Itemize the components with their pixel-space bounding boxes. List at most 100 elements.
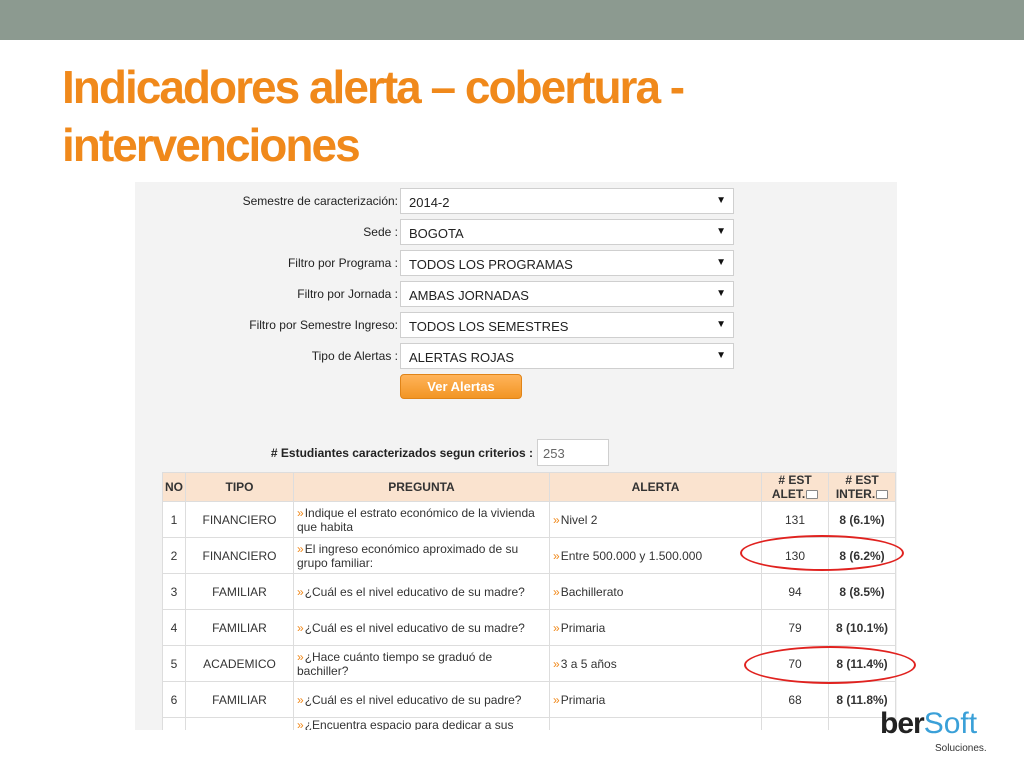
bullet-arrow-icon: » bbox=[553, 620, 560, 635]
dropdown-arrow-icon: ▼ bbox=[716, 288, 726, 299]
cell-alerta: »Bachillerato bbox=[549, 573, 762, 610]
student-count-label: # Estudiantes caracterizados segun crite… bbox=[270, 446, 533, 460]
ver-alertas-button[interactable]: Ver Alertas bbox=[400, 374, 522, 399]
cell-alerta-text: Entre 500.000 y 1.500.000 bbox=[560, 548, 703, 563]
cell-pregunta: »¿Encuentra espacio para dedicar a sus bbox=[293, 717, 550, 730]
dropdown-arrow-icon: ▼ bbox=[716, 226, 726, 237]
cell-pregunta: »¿Hace cuánto tiempo se graduó de bachil… bbox=[293, 645, 550, 682]
student-count-field[interactable]: 253 bbox=[537, 439, 609, 466]
cell-est-alet[interactable]: 79 bbox=[761, 609, 829, 646]
bullet-arrow-icon: » bbox=[297, 541, 304, 556]
bullet-arrow-icon: » bbox=[297, 620, 304, 635]
cell-no: 6 bbox=[162, 681, 186, 718]
header-pregunta[interactable]: PREGUNTA bbox=[293, 472, 550, 502]
highlight-circle bbox=[740, 535, 904, 571]
bullet-arrow-icon: » bbox=[297, 649, 304, 664]
header-tipo[interactable]: TIPO bbox=[185, 472, 294, 502]
cell-pregunta-text: ¿Encuentra espacio para dedicar a sus bbox=[304, 718, 514, 730]
cell-alerta: »3 a 5 años bbox=[549, 645, 762, 682]
filter-semestre-ingreso-select[interactable]: TODOS LOS SEMESTRES ▼ bbox=[400, 312, 734, 338]
cell-pregunta: »Indique el estrato económico de la vivi… bbox=[293, 501, 550, 538]
header-alerta[interactable]: ALERTA bbox=[549, 472, 762, 502]
cell-pregunta-text: ¿Cuál es el nivel educativo de su padre? bbox=[304, 692, 522, 707]
logo-ber: ber bbox=[880, 707, 925, 740]
slide-title: Indicadores alerta – cobertura - interve… bbox=[62, 61, 685, 171]
filter-tipo-alertas-select[interactable]: ALERTAS ROJAS ▼ bbox=[400, 343, 734, 369]
cell-est-alet[interactable] bbox=[761, 717, 829, 730]
filter-jornada-row: Filtro por Jornada : AMBAS JORNADAS ▼ bbox=[135, 281, 897, 309]
filter-sede-row: Sede : BOGOTA ▼ bbox=[135, 219, 897, 247]
cell-alerta: »Entre 500.000 y 1.500.000 bbox=[549, 537, 762, 574]
filter-semestre-ingreso-label: Filtro por Semestre Ingreso: bbox=[249, 318, 398, 332]
cell-tipo: ACADEMICO bbox=[185, 645, 294, 682]
header-no[interactable]: NO bbox=[162, 472, 186, 502]
filter-tipo-alertas-row: Tipo de Alertas : ALERTAS ROJAS ▼ bbox=[135, 343, 897, 371]
top-bar bbox=[0, 0, 1024, 40]
cell-alerta: »Primaria bbox=[549, 609, 762, 646]
filter-jornada-value: AMBAS JORNADAS bbox=[409, 288, 529, 303]
cell-pregunta-text: Indique el estrato económico de la vivie… bbox=[297, 505, 535, 534]
filter-semestre-value: 2014-2 bbox=[409, 195, 450, 210]
table-row: 4 FAMILIAR »¿Cuál es el nivel educativo … bbox=[162, 609, 896, 646]
cell-est-inter[interactable]: 8 (6.1%) bbox=[828, 501, 896, 538]
cell-alerta: »Nivel 2 bbox=[549, 501, 762, 538]
cell-est-alet[interactable]: 68 bbox=[761, 681, 829, 718]
logo-tagline: Soluciones. bbox=[935, 743, 987, 754]
filter-tipo-alertas-value: ALERTAS ROJAS bbox=[409, 350, 514, 365]
table-header-row: NO TIPO PREGUNTA ALERTA # EST ALET. # ES… bbox=[162, 472, 896, 502]
filter-semestre-select[interactable]: 2014-2 ▼ bbox=[400, 188, 734, 214]
cell-alerta-text: Nivel 2 bbox=[560, 512, 598, 527]
bullet-arrow-icon: » bbox=[297, 505, 304, 520]
comment-icon[interactable] bbox=[876, 490, 889, 500]
cell-alerta: »Primaria bbox=[549, 681, 762, 718]
logo-soft: Soft bbox=[923, 707, 978, 740]
table-row: »¿Encuentra espacio para dedicar a sus bbox=[162, 717, 896, 730]
filter-semestre-ingreso-row: Filtro por Semestre Ingreso: TODOS LOS S… bbox=[135, 312, 897, 340]
cell-est-alet[interactable]: 94 bbox=[761, 573, 829, 610]
cell-alerta-text: Primaria bbox=[560, 692, 606, 707]
filter-programa-select[interactable]: TODOS LOS PROGRAMAS ▼ bbox=[400, 250, 734, 276]
cell-no: 1 bbox=[162, 501, 186, 538]
cell-tipo: FAMILIAR bbox=[185, 573, 294, 610]
company-logo: berSoft Soluciones. bbox=[880, 707, 1000, 757]
cell-no: 5 bbox=[162, 645, 186, 682]
cell-tipo: FAMILIAR bbox=[185, 609, 294, 646]
cell-est-inter[interactable]: 8 (8.5%) bbox=[828, 573, 896, 610]
bullet-arrow-icon: » bbox=[553, 584, 560, 599]
bullet-arrow-icon: » bbox=[553, 512, 560, 527]
table-row: 1 FINANCIERO »Indique el estrato económi… bbox=[162, 501, 896, 538]
cell-pregunta-text: ¿Cuál es el nivel educativo de su madre? bbox=[304, 584, 525, 599]
header-est-inter[interactable]: # EST INTER. bbox=[828, 472, 896, 502]
filter-programa-row: Filtro por Programa : TODOS LOS PROGRAMA… bbox=[135, 250, 897, 278]
highlight-circle bbox=[744, 646, 916, 684]
cell-tipo: FINANCIERO bbox=[185, 537, 294, 574]
header-est-alet[interactable]: # EST ALET. bbox=[761, 472, 829, 502]
cell-pregunta: »¿Cuál es el nivel educativo de su padre… bbox=[293, 681, 550, 718]
comment-icon[interactable] bbox=[806, 490, 819, 500]
filter-programa-label: Filtro por Programa : bbox=[287, 256, 398, 270]
cell-est-inter[interactable]: 8 (10.1%) bbox=[828, 609, 896, 646]
bullet-arrow-icon: » bbox=[297, 718, 304, 730]
filter-semestre-ingreso-value: TODOS LOS SEMESTRES bbox=[409, 319, 569, 334]
cell-pregunta-text: ¿Cuál es el nivel educativo de su madre? bbox=[304, 620, 525, 635]
filter-sede-label: Sede : bbox=[363, 225, 398, 239]
logo-wordmark: berSoft bbox=[880, 707, 977, 741]
cell-tipo: FAMILIAR bbox=[185, 681, 294, 718]
filter-semestre-label: Semestre de caracterización: bbox=[242, 194, 398, 208]
cell-no bbox=[162, 717, 186, 730]
cell-pregunta: »El ingreso económico aproximado de su g… bbox=[293, 537, 550, 574]
filter-tipo-alertas-label: Tipo de Alertas : bbox=[311, 349, 398, 363]
cell-pregunta-text: ¿Hace cuánto tiempo se graduó de bachill… bbox=[297, 649, 493, 678]
filter-jornada-select[interactable]: AMBAS JORNADAS ▼ bbox=[400, 281, 734, 307]
cell-pregunta-text: El ingreso económico aproximado de su gr… bbox=[297, 541, 519, 570]
cell-alerta-text: 3 a 5 años bbox=[560, 656, 617, 671]
cell-est-alet[interactable]: 131 bbox=[761, 501, 829, 538]
filter-sede-select[interactable]: BOGOTA ▼ bbox=[400, 219, 734, 245]
dropdown-arrow-icon: ▼ bbox=[716, 195, 726, 206]
filter-semestre-row: Semestre de caracterización: 2014-2 ▼ bbox=[135, 188, 897, 216]
table-row: 3 FAMILIAR »¿Cuál es el nivel educativo … bbox=[162, 573, 896, 610]
dropdown-arrow-icon: ▼ bbox=[716, 257, 726, 268]
cell-pregunta: »¿Cuál es el nivel educativo de su madre… bbox=[293, 609, 550, 646]
bullet-arrow-icon: » bbox=[297, 584, 304, 599]
bullet-arrow-icon: » bbox=[553, 548, 560, 563]
